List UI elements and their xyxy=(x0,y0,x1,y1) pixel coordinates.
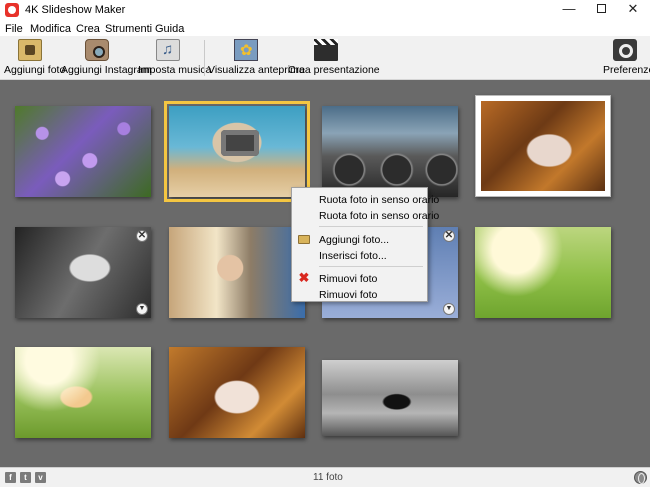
preview-button[interactable]: Visualizza anteprima xyxy=(208,39,305,76)
preferences-button[interactable]: Preferenze xyxy=(603,39,650,76)
menu-insert-photo[interactable]: Inserisci foto... xyxy=(292,247,427,263)
add-photo-menu-label: Aggiungi foto... xyxy=(319,234,390,246)
menu-strumenti[interactable]: Strumenti xyxy=(105,23,152,35)
photo-tile[interactable] xyxy=(169,227,305,318)
status-bar: f t v 11 foto xyxy=(0,467,650,487)
photo-tile[interactable] xyxy=(475,227,611,318)
rotate-clockwise-label: Ruota foto in senso orario xyxy=(319,194,440,206)
photo-tile[interactable] xyxy=(322,106,458,197)
photo-tile[interactable] xyxy=(169,347,305,438)
instagram-icon xyxy=(85,39,109,61)
create-slideshow-button[interactable]: Crea presentazione xyxy=(288,39,380,76)
insert-photo-label: Inserisci foto... xyxy=(319,250,387,262)
facebook-icon[interactable]: f xyxy=(5,472,16,483)
menu-guida[interactable]: Guida xyxy=(155,23,184,35)
photo-tile[interactable] xyxy=(15,347,151,438)
minimize-button[interactable]: — xyxy=(555,0,583,20)
preview-icon xyxy=(234,39,258,61)
menu-remove-photos[interactable]: Rimuovi foto xyxy=(292,286,427,302)
photo-tile[interactable] xyxy=(322,360,458,436)
photo-tile[interactable] xyxy=(475,95,611,197)
tile-menu-icon[interactable]: ▼ xyxy=(443,303,455,315)
menu-modifica[interactable]: Modifica xyxy=(30,23,71,35)
toolbar: Aggiungi foto Aggiungi Instagram Imposta… xyxy=(0,36,650,80)
photo-add-icon xyxy=(18,39,42,61)
photo-count: 11 foto xyxy=(313,472,343,483)
menu-bar: File Modifica Crea Strumenti Guida xyxy=(0,20,650,36)
rotate-counterclockwise-label: Ruota foto in senso orario xyxy=(319,210,440,222)
add-instagram-label: Aggiungi Instagram xyxy=(61,64,152,76)
preview-label: Visualizza anteprima xyxy=(208,64,305,76)
app-logo-icon xyxy=(5,3,19,17)
vimeo-icon[interactable]: v xyxy=(35,472,46,483)
menu-separator xyxy=(319,226,423,227)
stamp-photo xyxy=(481,101,605,191)
toolbar-separator xyxy=(204,40,205,76)
create-slideshow-label: Crea presentazione xyxy=(288,64,380,76)
remove-photos-label: Rimuovi foto xyxy=(319,289,378,301)
menu-separator xyxy=(319,266,423,267)
maximize-icon xyxy=(596,4,606,14)
menu-rotate-counterclockwise[interactable]: Ruota foto in senso orario xyxy=(292,207,439,223)
folder-icon xyxy=(298,235,310,244)
remove-photo-icon[interactable]: ✕ xyxy=(443,230,455,242)
photo-tile[interactable] xyxy=(15,106,151,197)
music-icon xyxy=(156,39,180,61)
globe-icon[interactable] xyxy=(634,471,647,484)
window-title: 4K Slideshow Maker xyxy=(25,4,126,16)
menu-file[interactable]: File xyxy=(5,23,23,35)
set-music-label: Imposta musica xyxy=(138,64,212,76)
add-instagram-button[interactable]: Aggiungi Instagram xyxy=(61,39,152,76)
title-bar: 4K Slideshow Maker — ✕ xyxy=(0,0,650,20)
remove-photo-icon[interactable]: ✕ xyxy=(136,230,148,242)
remove-x-icon: ✖ xyxy=(298,270,310,285)
maximize-button[interactable] xyxy=(587,0,615,20)
set-music-button[interactable]: Imposta musica xyxy=(138,39,212,76)
menu-remove-photo[interactable]: ✖ Rimuovi foto xyxy=(292,270,427,286)
preferences-label: Preferenze xyxy=(603,64,650,76)
photo-tile[interactable]: ✕ ▼ xyxy=(15,227,151,318)
add-photo-button[interactable]: Aggiungi foto xyxy=(4,39,66,76)
tile-menu-icon[interactable]: ▼ xyxy=(136,303,148,315)
context-menu: Ruota foto in senso orario Ruota foto in… xyxy=(291,187,439,302)
menu-rotate-clockwise[interactable]: Ruota foto in senso orario xyxy=(292,191,439,207)
menu-add-photo[interactable]: Aggiungi foto... xyxy=(292,231,427,247)
remove-photo-label: Rimuovi foto xyxy=(319,273,378,285)
clapperboard-icon xyxy=(314,39,338,61)
twitter-icon[interactable]: t xyxy=(20,472,31,483)
close-button[interactable]: ✕ xyxy=(619,0,647,20)
menu-crea[interactable]: Crea xyxy=(76,23,100,35)
add-photo-label: Aggiungi foto xyxy=(4,64,66,76)
preferences-icon xyxy=(613,39,637,61)
photo-tile-selected[interactable] xyxy=(164,101,310,202)
